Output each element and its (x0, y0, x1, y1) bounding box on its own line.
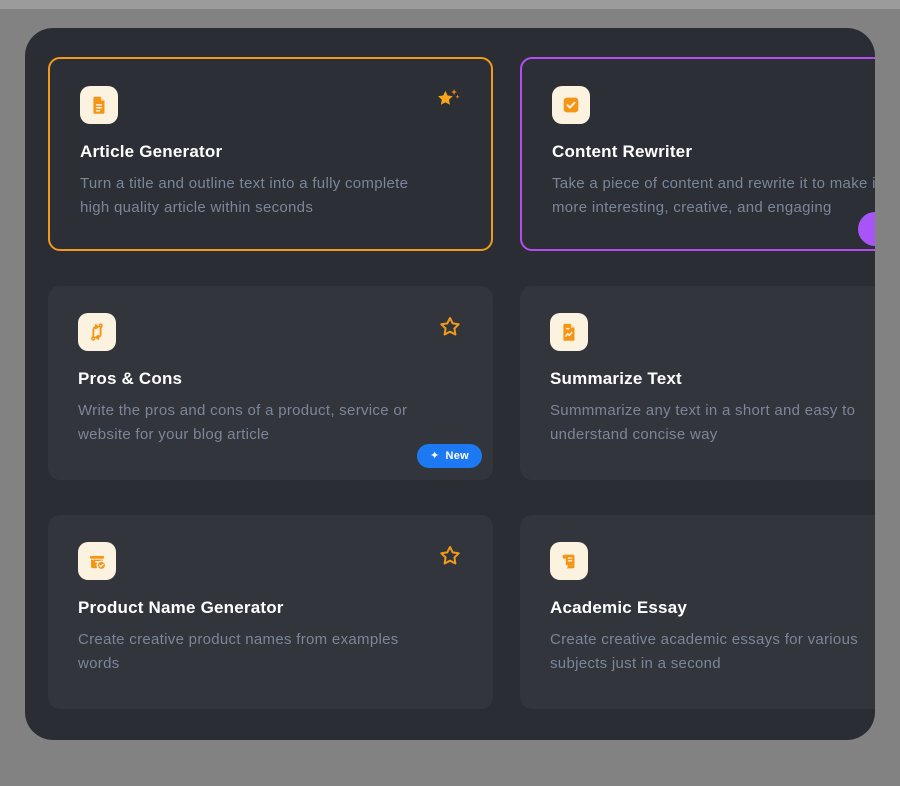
card-summarize-text[interactable]: Summarize Text Summmarize any text in a … (520, 286, 875, 480)
swap-arrows-icon (78, 313, 116, 351)
card-description: Create creative academic essays for vari… (550, 628, 875, 676)
tools-panel: Article Generator Turn a title and outli… (25, 28, 875, 740)
card-title: Product Name Generator (78, 598, 463, 618)
favorite-star-button[interactable] (437, 543, 463, 569)
card-content-rewriter[interactable]: Content Rewriter Take a piece of content… (520, 57, 875, 251)
favorite-star-button[interactable] (435, 87, 461, 113)
scroll-icon (550, 542, 588, 580)
card-description: Write the pros and cons of a product, se… (78, 399, 463, 447)
star-outline-icon (438, 544, 462, 568)
checkbox-icon (552, 86, 590, 124)
card-title: Academic Essay (550, 598, 875, 618)
card-description: Take a piece of content and rewrite it t… (552, 172, 875, 220)
tools-grid: Article Generator Turn a title and outli… (48, 57, 875, 709)
card-description: Create creative product names from examp… (78, 628, 463, 676)
card-article-generator[interactable]: Article Generator Turn a title and outli… (48, 57, 493, 251)
star-sparkle-icon (435, 86, 461, 114)
window-top-edge (0, 0, 900, 9)
card-title: Content Rewriter (552, 142, 875, 162)
card-product-name-generator[interactable]: Product Name Generator Create creative p… (48, 515, 493, 709)
sparkle-icon: ✦ (430, 451, 440, 462)
card-academic-essay[interactable]: Academic Essay Create creative academic … (520, 515, 875, 709)
product-box-icon (78, 542, 116, 580)
card-title: Pros & Cons (78, 369, 463, 389)
new-badge-label: New (445, 450, 469, 462)
card-pros-and-cons[interactable]: Pros & Cons Write the pros and cons of a… (48, 286, 493, 480)
card-title: Article Generator (80, 142, 461, 162)
summary-document-icon (550, 313, 588, 351)
star-outline-icon (438, 315, 462, 339)
document-icon (80, 86, 118, 124)
card-description: Turn a title and outline text into a ful… (80, 172, 461, 220)
new-badge: ✦ New (417, 444, 482, 468)
card-title: Summarize Text (550, 369, 875, 389)
card-description: Summmarize any text in a short and easy … (550, 399, 875, 447)
favorite-star-button[interactable] (437, 314, 463, 340)
